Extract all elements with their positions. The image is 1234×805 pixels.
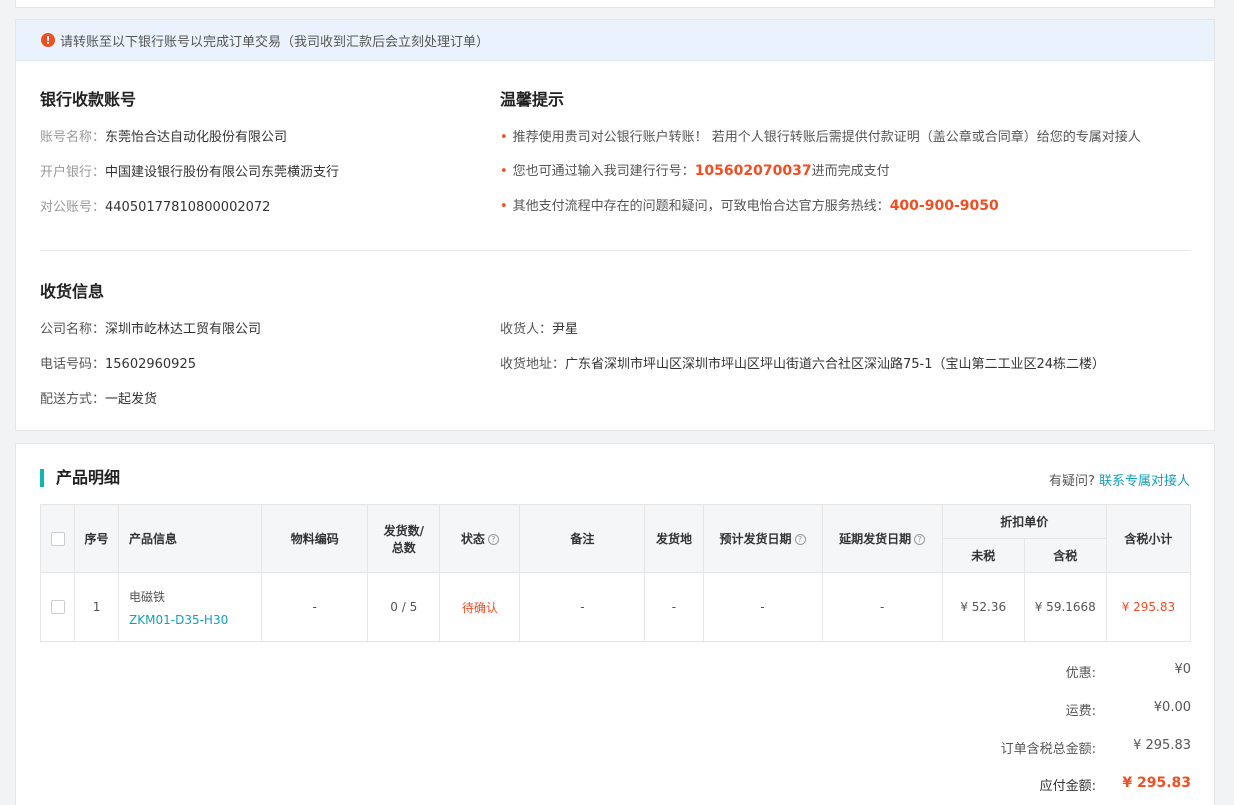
col-no-tax: 未税	[941, 538, 1025, 573]
col-product-info: 产品信息	[118, 504, 263, 573]
product-detail-card: 产品明细 有疑问? 联系专属对接人 序号 产品信息 物料编码 发货数/ 总数 状…	[15, 443, 1215, 805]
divider	[40, 250, 1191, 251]
col-status-label: 状态	[460, 532, 485, 546]
col-shipped-line2: 总数	[391, 540, 416, 555]
row-product-info: 电磁铁 ZKM01-D35-H30	[118, 572, 263, 642]
payment-info-card: ! 请转账至以下银行账号以完成订单交易（我司收到汇款后会立刻处理订单） 银行收款…	[15, 19, 1215, 431]
row-delay-date: -	[821, 572, 943, 642]
row-price-no-tax: ¥ 52.36	[941, 572, 1025, 642]
col-est-date: 预计发货日期?	[702, 504, 823, 573]
address-value: 广东省深圳市坪山区深圳市坪山区坪山街道六合社区深汕路75-1（宝山第二工业区24…	[565, 357, 1106, 372]
bullet: •	[500, 164, 508, 179]
bank-code: 105602070037	[694, 163, 812, 179]
tip-text: 推荐使用贵司对公银行账户转账！ 若用个人银行转账后需提供付款证明（盖公章或合同章…	[512, 130, 1141, 145]
col-delay-date-label: 延期发货日期	[839, 532, 912, 546]
company-row: 公司名称：深圳市屹林达工贸有限公司	[40, 318, 261, 337]
row-est-date: -	[702, 572, 823, 642]
account-number-row: 对公账号：44050177810800002072	[40, 196, 270, 215]
row-checkbox[interactable]	[50, 600, 65, 615]
col-status: 状态?	[439, 504, 521, 573]
phone-label: 电话号码：	[40, 357, 106, 372]
account-number-value: 44050177810800002072	[105, 200, 271, 215]
tip-text: 进而完成支付	[811, 164, 890, 179]
account-number-label: 对公账号：	[40, 200, 106, 215]
receiver-row: 收货人：尹星	[500, 318, 578, 337]
tips-title: 温馨提示	[500, 90, 565, 109]
company-value: 深圳市屹林达工贸有限公司	[105, 322, 262, 337]
bullet: •	[500, 199, 508, 214]
product-detail-title: 产品明细	[40, 469, 120, 487]
shipping-fee-value: ¥0.00	[1153, 700, 1191, 715]
row-origin: -	[644, 572, 704, 642]
row-seq: 1	[74, 572, 120, 642]
row-remark: -	[519, 572, 646, 642]
order-total-label: 订单含税总金额:	[1000, 742, 1096, 757]
col-with-tax: 含税	[1023, 538, 1107, 573]
payable-value: ¥ 295.83	[1122, 775, 1191, 791]
col-discount-price: 折扣单价	[941, 504, 1107, 539]
col-shipped-line1: 发货数/	[383, 523, 424, 538]
bank-label: 开户银行：	[40, 165, 106, 180]
receiver-value: 尹星	[552, 322, 579, 337]
account-name-value: 东莞怡合达自动化股份有限公司	[105, 130, 288, 145]
product-table: 序号 产品信息 物料编码 发货数/ 总数 状态? 备注 发货地 预计发货日期? …	[39, 504, 1192, 642]
product-name: 电磁铁	[129, 589, 166, 604]
row-status: 待确认	[439, 572, 521, 642]
col-seq: 序号	[74, 504, 120, 573]
question-icon[interactable]: ?	[487, 534, 499, 545]
row-select-cell	[39, 572, 76, 642]
table-row: 1 电磁铁 ZKM01-D35-H30 - 0 / 5 待确认 - - - - …	[39, 572, 1192, 642]
contact-agent-link[interactable]: 联系专属对接人	[1099, 474, 1190, 489]
col-remark: 备注	[519, 504, 646, 573]
account-name-row: 账号名称：东莞怡合达自动化股份有限公司	[40, 126, 287, 145]
col-origin: 发货地	[644, 504, 704, 573]
col-delay-date: 延期发货日期?	[821, 504, 943, 573]
discount-label: 优惠:	[1065, 666, 1096, 681]
col-shipped: 发货数/ 总数	[367, 504, 441, 573]
notice-text: 请转账至以下银行账号以完成订单交易（我司收到汇款后会立刻处理订单）	[60, 34, 490, 50]
hotline-number: 400-900-9050	[889, 198, 999, 214]
help-text: 有疑问?	[1048, 474, 1095, 489]
help-area: 有疑问? 联系专属对接人	[1049, 470, 1190, 489]
question-icon[interactable]: ?	[914, 534, 926, 545]
transfer-notice: ! 请转账至以下银行账号以完成订单交易（我司收到汇款后会立刻处理订单）	[16, 20, 1214, 61]
product-code-link[interactable]: ZKM01-D35-H30	[129, 613, 261, 627]
tip-item: • 其他支付流程中存在的问题和疑问，可致电怡合达官方服务热线：400-900-90…	[500, 195, 999, 214]
account-name-label: 账号名称：	[40, 130, 106, 145]
address-row: 收货地址：广东省深圳市坪山区深圳市坪山区坪山街道六合社区深汕路75-1（宝山第二…	[500, 353, 1105, 372]
question-icon[interactable]: ?	[794, 534, 806, 545]
bank-account-title: 银行收款账号	[40, 90, 137, 109]
tip-item: • 您也可通过输入我司建行行号：105602070037进而完成支付	[500, 160, 890, 179]
shipping-fee-label: 运费:	[1065, 704, 1096, 719]
discount-value: ¥0	[1174, 662, 1191, 677]
order-total-value: ¥ 295.83	[1133, 738, 1191, 753]
address-label: 收货地址：	[500, 357, 566, 372]
bank-row: 开户银行：中国建设银行股份有限公司东莞横沥支行	[40, 161, 339, 180]
row-subtotal: ¥ 295.83	[1105, 572, 1192, 642]
bullet: •	[500, 130, 508, 145]
tip-text: 您也可通过输入我司建行行号：	[512, 164, 695, 179]
company-label: 公司名称：	[40, 322, 106, 337]
exclamation-icon: !	[41, 33, 55, 47]
payable-label: 应付金额:	[1039, 779, 1096, 794]
receiver-label: 收货人：	[500, 322, 553, 337]
phone-row: 电话号码：15602960925	[40, 353, 196, 372]
shipping-info-title: 收货信息	[40, 282, 105, 301]
row-material: -	[261, 572, 369, 642]
row-shipped: 0 / 5	[367, 572, 441, 642]
bank-value: 中国建设银行股份有限公司东莞横沥支行	[105, 165, 340, 180]
col-subtotal: 含税小计	[1105, 504, 1192, 573]
delivery-row: 配送方式：一起发货	[40, 388, 157, 407]
tip-text: 其他支付流程中存在的问题和疑问，可致电怡合达官方服务热线：	[512, 199, 890, 214]
row-price-with-tax: ¥ 59.1668	[1023, 572, 1107, 642]
col-est-date-label: 预计发货日期	[719, 532, 792, 546]
top-card	[15, 0, 1215, 8]
tip-item: • 推荐使用贵司对公银行账户转账！ 若用个人银行转账后需提供付款证明（盖公章或合同…	[500, 126, 1141, 145]
col-material-code: 物料编码	[261, 504, 369, 573]
delivery-value: 一起发货	[105, 392, 158, 407]
select-all-checkbox[interactable]	[50, 531, 65, 546]
delivery-label: 配送方式：	[40, 392, 106, 407]
select-all-header	[39, 504, 76, 573]
phone-value: 15602960925	[105, 357, 196, 372]
